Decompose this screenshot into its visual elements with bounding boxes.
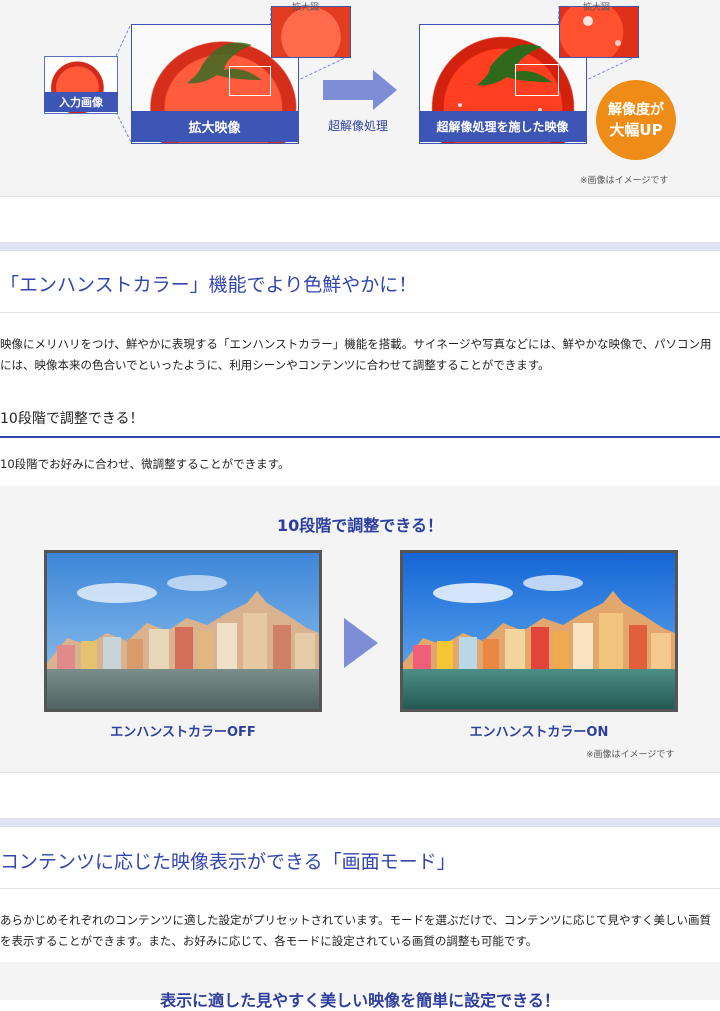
harbor-town-on-image [403, 553, 675, 709]
badge-line1: 解像度が [608, 102, 664, 118]
section-title-underline [0, 888, 720, 889]
super-resolution-label: 超解像処理を施した映像 [419, 111, 586, 142]
section-description: あらかじめそれぞれのコンテンツに適した設定がプリセットされています。モードを選ぶ… [0, 913, 712, 948]
zoom-focus-frame [229, 66, 271, 96]
image-note: ※画像はイメージです [586, 750, 675, 760]
subsection-title: 10段階で調整できる！ [0, 411, 144, 427]
badge-line2: 大幅UP [609, 121, 663, 139]
section-title-enhanced-color: 「エンハンストカラー」機能でより色鮮やかに！ [0, 274, 418, 296]
picture-mode-panel-title: 表示に適した見やすく美しい映像を簡単に設定できる！ [160, 991, 560, 1010]
panel-divider [0, 772, 720, 773]
panel-divider [0, 196, 720, 197]
enlarged-image-label: 拡大映像 [131, 111, 298, 142]
resolution-up-badge: 解像度が 大幅UP [596, 80, 676, 160]
enhanced-color-off-label: エンハンストカラーOFF [110, 725, 256, 740]
process-arrow-icon [323, 70, 397, 110]
input-image-label: 入力画像 [44, 92, 118, 112]
comparison-title: 10段階で調整できる！ [277, 516, 443, 535]
enlarged-inset-image [271, 6, 351, 58]
image-note: ※画像はイメージです [580, 176, 669, 186]
zoom-focus-frame [515, 64, 559, 96]
section-title-underline [0, 312, 720, 313]
harbor-town-off-image [47, 553, 319, 709]
enhanced-color-on-image [400, 550, 678, 712]
section-separator [0, 818, 720, 827]
subsection-underline [0, 436, 720, 438]
enlarged-inset-label: 拡大図 [292, 3, 320, 13]
section-title-picture-mode: コンテンツに応じた映像表示ができる「画面モード」 [0, 851, 456, 873]
section-description: 映像にメリハリをつけ、鮮やかに表現する「エンハンストカラー」機能を搭載。サイネー… [0, 337, 712, 372]
enhanced-color-off-image [44, 550, 322, 712]
process-label: 超解像処理 [327, 119, 388, 133]
enhanced-color-on-label: エンハンストカラーON [469, 725, 609, 740]
comparison-arrow-icon [344, 618, 378, 668]
water-droplet-icon [583, 16, 621, 46]
subsection-description: 10段階でお好みに合わせ、微調整することができます。 [0, 457, 290, 471]
section-separator [0, 242, 720, 251]
super-resolution-inset-label: 拡大図 [583, 3, 611, 13]
super-resolution-inset-image [559, 6, 639, 58]
